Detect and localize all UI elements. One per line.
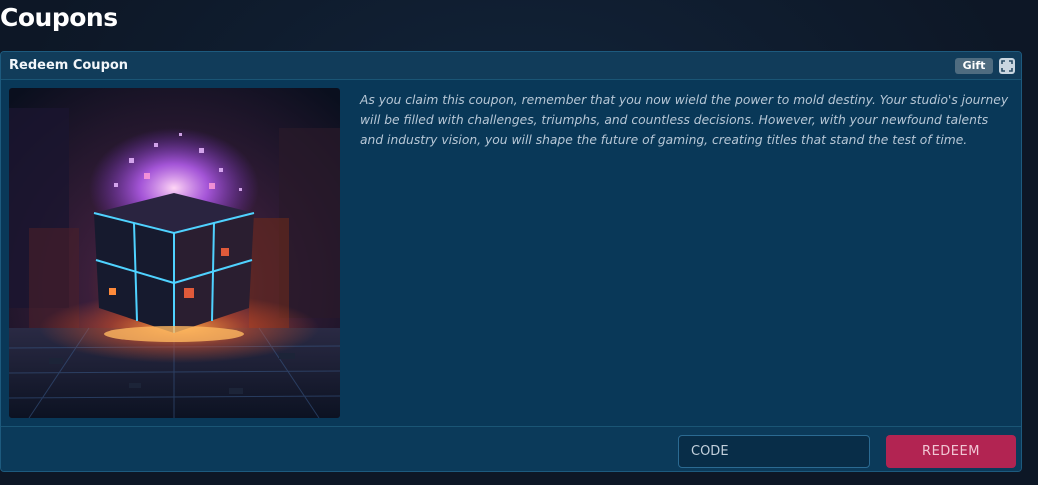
card-header: Redeem Coupon Gift: [1, 52, 1021, 80]
gift-badge: Gift: [955, 58, 993, 74]
card-footer: REDEEM: [1, 426, 1021, 471]
redeem-coupon-card: Redeem Coupon Gift As you claim this cou…: [0, 51, 1022, 472]
coupon-description: As you claim this coupon, remember that …: [360, 93, 1009, 147]
expand-icon[interactable]: [999, 58, 1015, 74]
card-title: Redeem Coupon: [9, 58, 129, 73]
redeem-button[interactable]: REDEEM: [886, 435, 1016, 468]
coupon-code-input[interactable]: [678, 435, 870, 468]
page-title: Coupons: [0, 3, 118, 32]
page: Coupons Redeem Coupon Gift As you claim …: [0, 0, 1038, 485]
coupon-image: [9, 88, 340, 418]
